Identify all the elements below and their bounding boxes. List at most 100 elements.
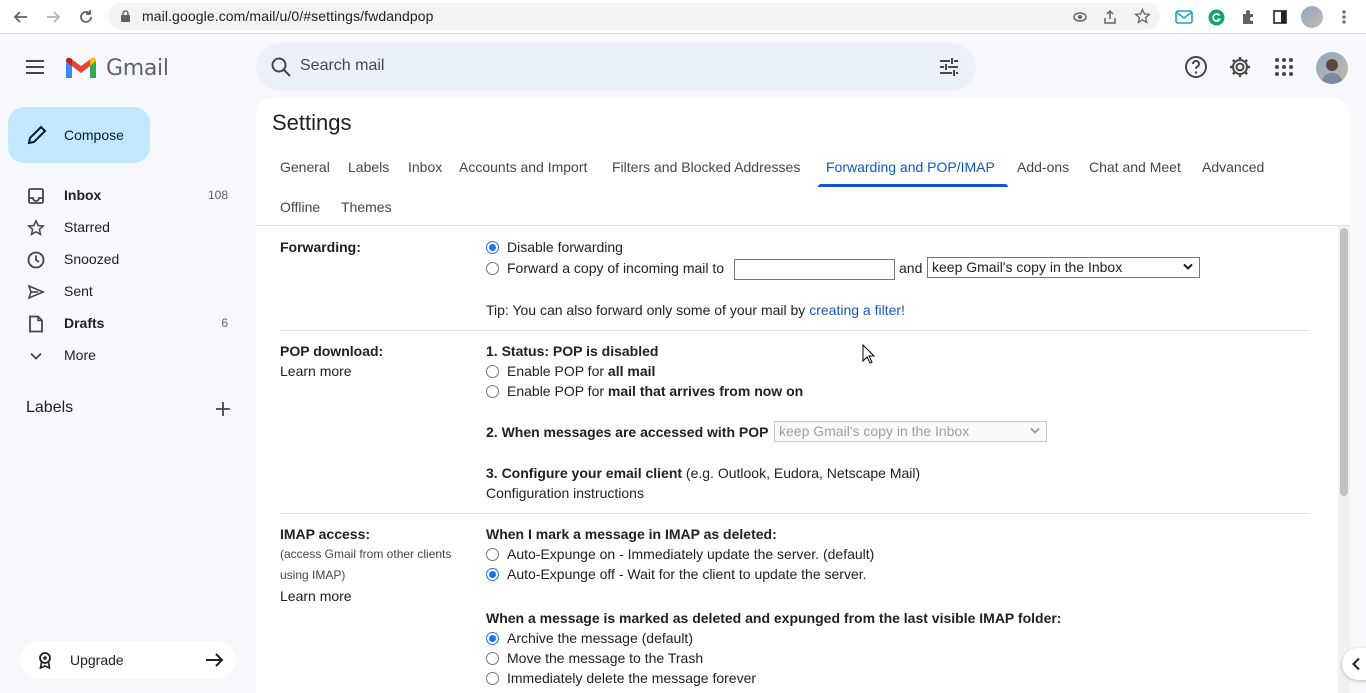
creating-filter-link[interactable]: creating a filter!	[809, 302, 905, 318]
tab-general[interactable]: General	[280, 159, 330, 175]
upgrade-button[interactable]: Upgrade	[20, 641, 236, 679]
sidebar-item-starred[interactable]: Starred	[0, 211, 246, 243]
forward-arrow-icon[interactable]	[42, 6, 64, 28]
gmail-wordmark: Gmail	[106, 55, 169, 81]
sidebar-item-label: Snoozed	[64, 251, 120, 267]
forwarding-action-select[interactable]: keep Gmail's copy in the Inbox	[927, 257, 1200, 278]
auto-expunge-off-radio[interactable]	[486, 568, 499, 581]
disable-forwarding-text: Disable forwarding	[507, 239, 623, 255]
active-tab-indicator	[818, 184, 1008, 187]
compose-label: Compose	[64, 127, 124, 143]
star-bookmark-icon[interactable]	[1134, 8, 1151, 25]
disable-forwarding-radio[interactable]	[486, 241, 499, 254]
compose-button[interactable]: Compose	[8, 107, 150, 163]
side-panel-toggle[interactable]	[1342, 648, 1366, 680]
help-icon[interactable]	[1183, 54, 1209, 80]
pop-learn-more-link[interactable]: Learn more	[280, 363, 352, 379]
grammarly-icon[interactable]	[1205, 6, 1227, 28]
sidebar-item-snoozed[interactable]: Snoozed	[0, 243, 246, 275]
eye-icon[interactable]	[1072, 9, 1088, 25]
tab-accounts-and-import[interactable]: Accounts and Import	[459, 159, 587, 175]
pop-accessed-select: keep Gmail's copy in the Inbox	[774, 421, 1047, 442]
enable-pop-now-text: Enable POP for mail that arrives from no…	[507, 383, 803, 399]
search-input[interactable]: Search mail	[300, 57, 384, 75]
tab-advanced[interactable]: Advanced	[1202, 159, 1264, 175]
inbox-icon	[26, 186, 46, 206]
unread-count: 108	[207, 188, 228, 202]
configure-bold: 3. Configure your email client	[486, 465, 683, 481]
enable-pop-all-radio[interactable]	[486, 365, 499, 378]
mouse-cursor-icon	[862, 344, 876, 364]
back-arrow-icon[interactable]	[10, 6, 32, 28]
side-panel-icon[interactable]	[1269, 6, 1291, 28]
mail-extension-icon[interactable]	[1173, 6, 1195, 28]
sidebar-item-drafts[interactable]: Drafts 6	[0, 307, 246, 339]
auto-expunge-on-radio[interactable]	[486, 548, 499, 561]
imap-learn-more-link[interactable]: Learn more	[280, 588, 352, 604]
forward-copy-text: Forward a copy of incoming mail to	[507, 260, 725, 276]
search-bar[interactable]: Search mail	[256, 43, 976, 91]
archive-message-radio[interactable]	[486, 632, 499, 645]
search-icon[interactable]	[270, 56, 292, 78]
section-divider	[280, 513, 1310, 514]
badge-icon	[39, 652, 51, 669]
move-to-trash-radio[interactable]	[486, 652, 499, 665]
send-icon	[26, 282, 46, 302]
pop-status: 1. Status: POP is disabled	[486, 343, 659, 359]
main-menu-icon[interactable]	[22, 54, 48, 80]
apps-grid-icon[interactable]	[1271, 54, 1297, 80]
address-bar[interactable]: mail.google.com/mail/u/0/#settings/fwdan…	[108, 3, 1160, 30]
chevron-left-icon	[1352, 657, 1360, 671]
tabs-divider	[256, 225, 1350, 226]
gmail-logo[interactable]: Gmail	[64, 55, 169, 81]
url-text: mail.google.com/mail/u/0/#settings/fwdan…	[142, 8, 434, 24]
all-mail-bold: all mail	[607, 363, 656, 379]
tab-chat-and-meet[interactable]: Chat and Meet	[1089, 159, 1181, 175]
tab-inbox[interactable]: Inbox	[408, 159, 442, 175]
tab-labels[interactable]: Labels	[348, 159, 389, 175]
upgrade-label: Upgrade	[70, 652, 124, 668]
tab-add-ons[interactable]: Add-ons	[1017, 159, 1069, 175]
move-to-trash-text: Move the message to the Trash	[507, 650, 704, 666]
forward-address-input[interactable]	[734, 259, 895, 280]
forwarding-label: Forwarding:	[280, 239, 361, 255]
and-text: and	[899, 260, 923, 276]
archive-message-text: Archive the message (default)	[507, 630, 693, 646]
enable-pop-now-radio[interactable]	[486, 385, 499, 398]
forward-copy-radio[interactable]	[486, 262, 499, 275]
tab-offline[interactable]: Offline	[280, 199, 320, 215]
scrollbar-thumb[interactable]	[1340, 228, 1348, 496]
enable-pop-all-text: Enable POP for all mail	[507, 363, 655, 379]
tab-filters-and-blocked-addresses[interactable]: Filters and Blocked Addresses	[612, 159, 800, 175]
page-title: Settings	[272, 110, 352, 135]
reload-icon[interactable]	[75, 6, 97, 28]
add-label-plus-icon[interactable]	[212, 398, 234, 420]
configure-rest: (e.g. Outlook, Eudora, Netscape Mail)	[682, 465, 921, 481]
imap-sub-2: using IMAP)	[280, 568, 346, 582]
imap-deleted-heading: When I mark a message in IMAP as deleted…	[486, 526, 777, 542]
profile-avatar-small[interactable]	[1301, 6, 1323, 28]
forwarding-tip: Tip: You can also forward only some of y…	[486, 302, 905, 318]
auto-expunge-off-text: Auto-Expunge off - Wait for the client t…	[507, 566, 867, 582]
draft-count: 6	[221, 316, 228, 330]
share-icon[interactable]	[1102, 9, 1118, 25]
settings-gear-icon[interactable]	[1227, 54, 1253, 80]
sidebar-item-label: Sent	[64, 283, 93, 299]
enable-pop-prefix: Enable POP for	[507, 383, 608, 399]
sidebar-item-sent[interactable]: Sent	[0, 275, 246, 307]
tab-forwarding-and-pop-imap[interactable]: Forwarding and POP/IMAP	[826, 159, 995, 175]
sidebar-item-more[interactable]: More	[0, 339, 246, 371]
sidebar-item-inbox[interactable]: Inbox 108	[0, 179, 246, 211]
search-options-icon[interactable]	[938, 56, 960, 78]
delete-forever-radio[interactable]	[486, 672, 499, 685]
configuration-instructions-link[interactable]: Configuration instructions	[486, 485, 644, 501]
kebab-menu-icon[interactable]	[1333, 6, 1355, 28]
imap-sub-1: (access Gmail from other clients	[280, 547, 452, 561]
account-avatar[interactable]	[1316, 52, 1348, 84]
puzzle-extensions-icon[interactable]	[1237, 6, 1259, 28]
enable-pop-prefix: Enable POP for	[507, 363, 608, 379]
configure-client-text: 3. Configure your email client (e.g. Out…	[486, 465, 920, 481]
tab-themes[interactable]: Themes	[341, 199, 392, 215]
gmail-m-icon	[66, 57, 96, 78]
lock-icon	[121, 10, 130, 22]
